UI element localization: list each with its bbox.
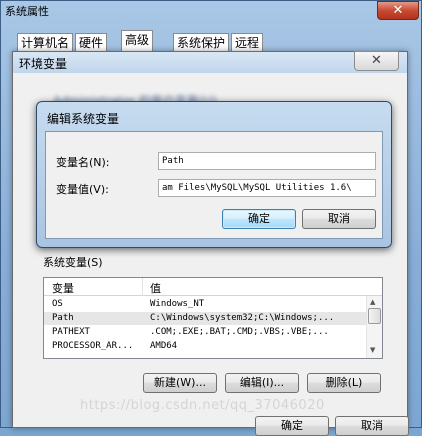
- vertical-scrollbar[interactable]: ▲ ▼: [366, 296, 382, 358]
- table-row[interactable]: OS Windows_NT: [44, 298, 366, 311]
- row-name: PROCESSOR_AR...: [52, 341, 134, 351]
- system-variables-label: 系统变量(S): [43, 256, 103, 269]
- table-header: 变量 值: [44, 278, 382, 296]
- row-name: OS: [52, 299, 63, 309]
- row-value: AMD64: [150, 341, 178, 351]
- new-button[interactable]: 新建(W)...: [143, 373, 217, 393]
- tab-system-protection[interactable]: 系统保护: [173, 33, 230, 52]
- ok-button[interactable]: 确定: [255, 416, 329, 436]
- variable-value-input[interactable]: am Files\MySQL\MySQL Utilities 1.6\: [158, 179, 376, 197]
- delete-button[interactable]: 删除(L): [307, 373, 381, 393]
- variable-value-label: 变量值(V):: [56, 183, 109, 196]
- watermark-text: https://blog.csdn.net/qq_37046020: [80, 398, 325, 413]
- dialog-title: 编辑系统变量: [47, 112, 120, 126]
- row-value: Windows_NT: [150, 299, 205, 309]
- dialog-titlebar: 环境变量 ✕: [13, 51, 407, 73]
- scroll-thumb[interactable]: [368, 308, 381, 324]
- table-row-selected[interactable]: Path C:\Windows\system32;C:\Windows;...: [44, 312, 366, 325]
- dialog-body: 变量名(N): Path 变量值(V): am Files\MySQL\MySQ…: [45, 131, 383, 239]
- row-value: C:\Windows\system32;C:\Windows;...: [150, 313, 335, 323]
- scroll-down-icon[interactable]: ▼: [370, 346, 375, 354]
- tab-hardware[interactable]: 硬件: [75, 33, 108, 52]
- edit-system-variable-dialog: 编辑系统变量 变量名(N): Path 变量值(V): am Files\MyS…: [36, 101, 392, 248]
- variable-name-label: 变量名(N):: [56, 156, 110, 169]
- scroll-up-icon[interactable]: ▲: [370, 298, 375, 306]
- dialog-title: 环境变量: [19, 57, 68, 71]
- tab-remote[interactable]: 远程: [231, 33, 264, 52]
- column-header-value[interactable]: 值: [150, 280, 161, 296]
- cancel-button[interactable]: 取消: [335, 416, 409, 436]
- tab-computer-name[interactable]: 计算机名: [17, 33, 74, 52]
- ok-button[interactable]: 确定: [222, 209, 296, 229]
- row-value: .COM;.EXE;.BAT;.CMD;.VBS;.VBE;...: [150, 327, 329, 337]
- table-row[interactable]: PROCESSOR_AR... AMD64: [44, 340, 366, 353]
- row-name: PATHEXT: [52, 327, 90, 337]
- edit-button[interactable]: 编辑(I)...: [225, 373, 299, 393]
- close-button[interactable]: ✕: [377, 1, 419, 20]
- variable-name-input[interactable]: Path: [158, 152, 376, 170]
- window-title: 系统属性: [5, 5, 49, 18]
- row-name: Path: [52, 313, 74, 323]
- close-button[interactable]: ✕: [354, 51, 399, 71]
- system-variables-table: 变量 值 OS Windows_NT Path C:\Windows\syste…: [43, 277, 383, 359]
- column-divider[interactable]: [142, 278, 143, 296]
- table-row[interactable]: PATHEXT .COM;.EXE;.BAT;.CMD;.VBS;.VBE;..…: [44, 326, 366, 339]
- tab-advanced[interactable]: 高级: [121, 30, 154, 52]
- column-header-variable[interactable]: 变量: [52, 280, 74, 296]
- cancel-button[interactable]: 取消: [302, 209, 376, 229]
